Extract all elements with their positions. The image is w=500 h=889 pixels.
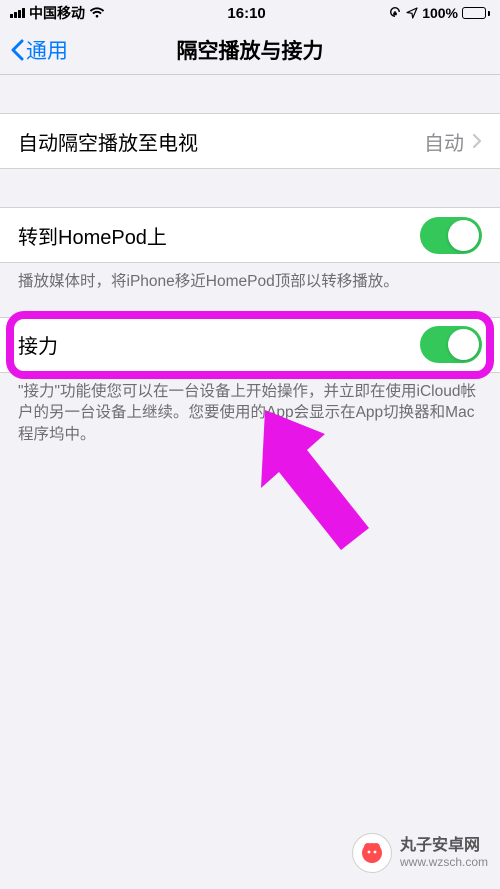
back-button[interactable]: 通用 [10,26,68,74]
back-label: 通用 [26,35,68,65]
handoff-footer: "接力"功能使您可以在一台设备上开始操作，并立即在使用iCloud帐户的另一台设… [0,373,500,446]
group-spacer [0,169,500,207]
watermark-url: www.wzsch.com [400,855,488,869]
group-spacer [0,293,500,317]
airplay-to-tv-row[interactable]: 自动隔空播放至电视 自动 [0,113,500,169]
watermark: 丸子安卓网 www.wzsch.com [352,833,488,873]
battery-percent: 100% [422,5,458,21]
page-title: 隔空播放与接力 [177,35,324,65]
homepod-toggle[interactable] [420,217,482,254]
navigation-bar: 通用 隔空播放与接力 [0,26,500,75]
homepod-label: 转到HomePod上 [18,221,167,250]
battery-icon [462,7,490,19]
group-spacer [0,75,500,113]
chevron-right-icon [472,133,482,149]
homepod-footer: 播放媒体时，将iPhone移近HomePod顶部以转移播放。 [0,263,500,293]
orientation-lock-icon [388,6,402,20]
status-time: 16:10 [227,5,265,22]
carrier-label: 中国移动 [29,3,85,23]
airplay-label: 自动隔空播放至电视 [18,127,198,156]
status-left: 中国移动 [10,3,105,23]
status-bar: 中国移动 16:10 100% [0,0,500,26]
status-right: 100% [388,5,490,21]
transfer-to-homepod-row[interactable]: 转到HomePod上 [0,207,500,263]
airplay-value: 自动 [424,127,464,156]
watermark-logo-icon [352,833,392,873]
location-icon [406,7,418,19]
handoff-row[interactable]: 接力 [0,317,500,373]
wifi-icon [89,7,105,19]
cellular-signal-icon [10,8,25,18]
handoff-label: 接力 [18,330,58,359]
watermark-name: 丸子安卓网 [400,836,488,855]
chevron-left-icon [10,39,24,61]
handoff-toggle[interactable] [420,326,482,363]
